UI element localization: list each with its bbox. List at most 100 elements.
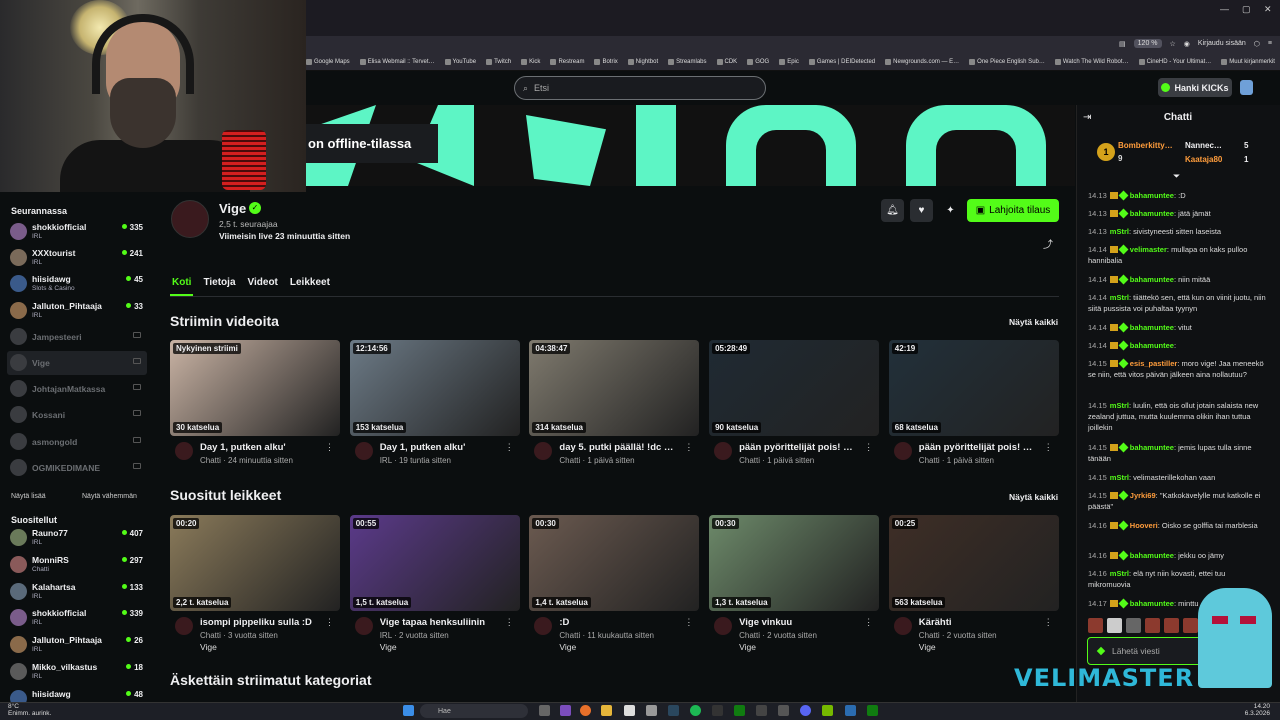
more-options-icon[interactable]: ⋮ xyxy=(684,442,693,453)
thumbnail[interactable]: 12:14:56 153 katselua xyxy=(349,340,520,436)
app-icon[interactable] xyxy=(778,705,789,716)
spotify-icon[interactable] xyxy=(690,705,701,716)
weather-widget[interactable]: 8°C Enimm. aurink. xyxy=(8,703,51,717)
bookmark-item[interactable]: Google Maps xyxy=(306,59,350,65)
gift-sub-button[interactable]: ▣ Lahjoita tilaus xyxy=(967,199,1059,222)
channel-avatar-small[interactable] xyxy=(534,442,553,460)
chat-username[interactable]: bahamuntee xyxy=(1130,323,1174,332)
bookmark-item[interactable]: CDK xyxy=(716,59,737,65)
maximize-icon[interactable]: ▢ xyxy=(1242,4,1251,15)
clip-card[interactable]: 00:25 563 katselua Kärähti Chatti · 2 vuott… xyxy=(888,515,1059,652)
leaderboard-name-2[interactable]: Nannec… xyxy=(1185,141,1222,150)
video-card[interactable]: 42:19 68 katselua pään pyörittelijät pois!… xyxy=(888,340,1059,470)
chat-username[interactable]: Hooveri xyxy=(1130,521,1158,530)
chat-username[interactable]: bahamuntee xyxy=(1130,209,1174,218)
emote-icon[interactable] xyxy=(1145,618,1160,633)
clip-author[interactable]: Vige xyxy=(559,642,576,652)
sidebar-item-following[interactable]: Jampesteeri xyxy=(7,325,147,349)
show-less-link[interactable]: Näytä vähemmän xyxy=(82,493,137,500)
chat-username[interactable]: bahamuntee xyxy=(1130,275,1174,284)
clips-show-all-link[interactable]: Näytä kaikki xyxy=(1009,492,1058,502)
more-options-icon[interactable]: ⋮ xyxy=(864,442,873,453)
get-kicks-button[interactable]: Hanki KICKs xyxy=(1158,78,1232,97)
sidebar-item-following[interactable]: shokkiofficial IRL 335 xyxy=(7,220,147,244)
card-title[interactable]: Vige vinkuu xyxy=(739,617,867,628)
sidebar-item-recommended[interactable]: shokkiofficial IRL 339 xyxy=(7,606,147,630)
channel-avatar-small[interactable] xyxy=(893,617,912,635)
chat-username[interactable]: velimaster xyxy=(1130,245,1167,254)
minimize-icon[interactable]: — xyxy=(1220,4,1229,14)
clip-author[interactable]: Vige xyxy=(200,642,217,652)
clip-author[interactable]: Vige xyxy=(919,642,936,652)
start-icon[interactable] xyxy=(403,705,414,716)
task-view-icon[interactable] xyxy=(539,705,550,716)
channel-avatar-small[interactable] xyxy=(354,617,373,635)
channel-avatar-small[interactable] xyxy=(175,617,193,635)
thumbnail[interactable]: Nykyinen striimi 30 katselua xyxy=(170,340,340,436)
more-options-icon[interactable]: ⋮ xyxy=(325,442,334,453)
xbox-icon[interactable] xyxy=(734,705,745,716)
chat-username[interactable]: bahamuntee xyxy=(1130,341,1174,350)
more-options-icon[interactable]: ⋮ xyxy=(1044,617,1053,628)
bookmark-item[interactable]: Muut kirjanmerkit xyxy=(1221,59,1275,65)
bookmark-item[interactable]: Newgrounds.com — E… xyxy=(885,59,959,65)
teams-icon[interactable] xyxy=(560,705,571,716)
sidebar-item-following[interactable]: hiisidawg Slots & Casino 45 xyxy=(7,272,147,296)
thumbnail[interactable]: 00:30 1,4 t. katselua xyxy=(529,515,700,611)
sidebar-item-recommended[interactable]: Jalluton_Pihtaaja IRL 26 xyxy=(7,633,147,657)
pinned-toggle-icon[interactable]: ⏷ xyxy=(1173,171,1180,182)
xbox-app-icon[interactable] xyxy=(867,705,878,716)
sidebar-item-recommended[interactable]: Rauno77 IRL 407 xyxy=(7,526,147,550)
sidebar-item-following[interactable]: Vige xyxy=(7,351,147,375)
sidebar-item-following[interactable]: JohtajanMatkassa xyxy=(7,377,147,401)
channel-avatar-small[interactable] xyxy=(714,442,733,460)
sidebar-item-following[interactable]: asmongold xyxy=(7,430,147,454)
obs-icon[interactable] xyxy=(646,705,657,716)
login-link[interactable]: Kirjaudu sisään xyxy=(1198,40,1246,47)
share-icon[interactable]: ⤴ xyxy=(1043,236,1053,251)
thumbnail[interactable]: 00:20 2,2 t. katselua xyxy=(170,515,340,611)
menu-icon[interactable]: ≡ xyxy=(1268,40,1272,47)
more-options-icon[interactable]: ⋮ xyxy=(325,617,334,628)
video-card[interactable]: Nykyinen striimi 30 katselua Day 1, putken… xyxy=(170,340,340,470)
chat-username[interactable]: mStrl xyxy=(1110,401,1129,410)
more-options-icon[interactable]: ⋮ xyxy=(1044,442,1053,453)
card-title[interactable]: pään pyörittelijät pois! … xyxy=(919,442,1047,453)
bookmark-item[interactable]: Nightbot xyxy=(627,59,658,65)
card-title[interactable]: isompi pippeliku sulla :D xyxy=(200,617,328,628)
chat-username[interactable]: bahamuntee xyxy=(1130,551,1174,560)
clip-card[interactable]: 00:30 1,4 t. katselua:D Chatti · 11 kuukau… xyxy=(529,515,700,652)
clip-author[interactable]: Vige xyxy=(739,642,756,652)
app-icon[interactable] xyxy=(756,705,767,716)
zoom-level[interactable]: 120 % xyxy=(1133,39,1162,48)
firefox-icon[interactable] xyxy=(580,705,591,716)
card-title[interactable]: day 5. putki päällä! !dc … xyxy=(559,442,687,453)
clock[interactable]: 14.20 6.3.2026 xyxy=(1245,703,1270,717)
sidebar-item-recommended[interactable]: Kalahartsa IRL 133 xyxy=(7,580,147,604)
chat-username[interactable]: mStrl xyxy=(1110,227,1129,236)
tab-home[interactable]: Koti xyxy=(170,274,194,296)
chat-username[interactable]: bahamuntee xyxy=(1130,443,1174,452)
reader-icon[interactable]: ▤ xyxy=(1119,40,1126,48)
more-options-icon[interactable]: ⋮ xyxy=(864,617,873,628)
sidebar-item-following[interactable]: Kossani xyxy=(7,403,147,427)
chat-username[interactable]: bahamuntee xyxy=(1130,191,1174,200)
video-card[interactable]: 05:28:49 90 katselua pään pyörittelijät po… xyxy=(709,340,880,470)
chat-username[interactable]: esis_pastiller xyxy=(1130,359,1178,368)
bookmark-item[interactable]: CineHD - Your Ultimat… xyxy=(1138,59,1211,65)
channel-avatar-small[interactable] xyxy=(534,617,553,635)
channel-avatar-small[interactable] xyxy=(714,617,733,635)
emote-icon[interactable] xyxy=(1126,618,1141,633)
more-options-icon[interactable]: ⋮ xyxy=(684,617,693,628)
clip-card[interactable]: 00:30 1,3 t. katselua Vige vinkuu Chatti · … xyxy=(709,515,880,652)
bookmark-star-icon[interactable]: ☆ xyxy=(1170,40,1176,48)
bookmark-item[interactable]: Botrix xyxy=(594,59,618,65)
emote-icon[interactable] xyxy=(1088,618,1103,633)
tab-videos[interactable]: Videot xyxy=(246,274,280,296)
close-icon[interactable]: ✕ xyxy=(1264,4,1272,15)
chat-username[interactable]: bahamuntee xyxy=(1130,599,1174,608)
emote-icon[interactable] xyxy=(1164,618,1179,633)
emote-icon[interactable] xyxy=(1183,618,1198,633)
bookmark-item[interactable]: Streamlabs xyxy=(668,59,707,65)
user-avatar-icon[interactable] xyxy=(1240,80,1253,95)
